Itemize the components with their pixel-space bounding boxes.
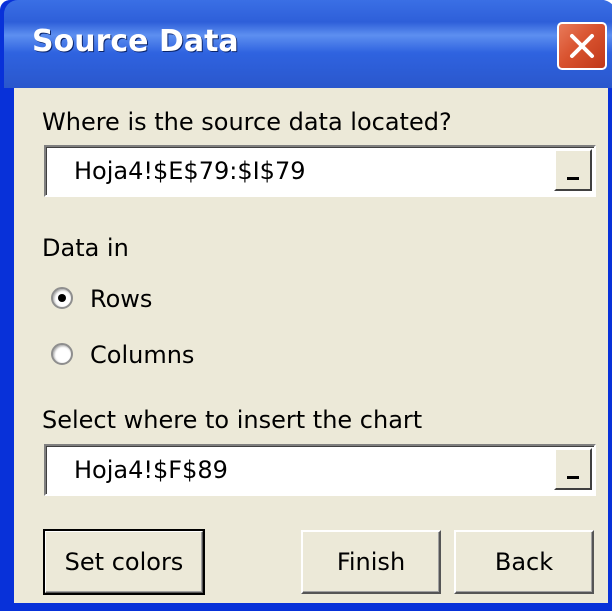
source-range-picker-button[interactable] [554,149,592,191]
data-in-label: Data in [42,234,129,262]
finish-button[interactable]: Finish [301,530,441,594]
columns-radio[interactable] [51,343,73,365]
source-range-field[interactable]: Hoja4!$E$79:$I$79 [44,145,596,197]
insert-location-picker-button[interactable] [554,448,592,490]
columns-radio-label[interactable]: Columns [90,341,194,369]
close-button[interactable] [557,22,607,70]
set-colors-button[interactable]: Set colors [43,529,205,595]
rows-radio[interactable] [51,287,73,309]
back-button[interactable]: Back [454,530,594,594]
insert-label: Select where to insert the chart [42,406,423,434]
insert-location-field[interactable]: Hoja4!$F$89 [44,444,596,496]
close-icon [570,34,594,58]
title-bar[interactable]: Source Data [4,0,612,88]
rows-radio-label[interactable]: Rows [90,285,152,313]
source-range-value: Hoja4!$E$79:$I$79 [74,157,306,185]
source-data-dialog: Source Data Where is the source data loc… [0,0,612,611]
dialog-body: Where is the source data located? Hoja4!… [14,88,608,603]
source-label: Where is the source data located? [42,108,452,136]
insert-location-value: Hoja4!$F$89 [74,456,228,484]
dialog-title: Source Data [32,24,239,59]
